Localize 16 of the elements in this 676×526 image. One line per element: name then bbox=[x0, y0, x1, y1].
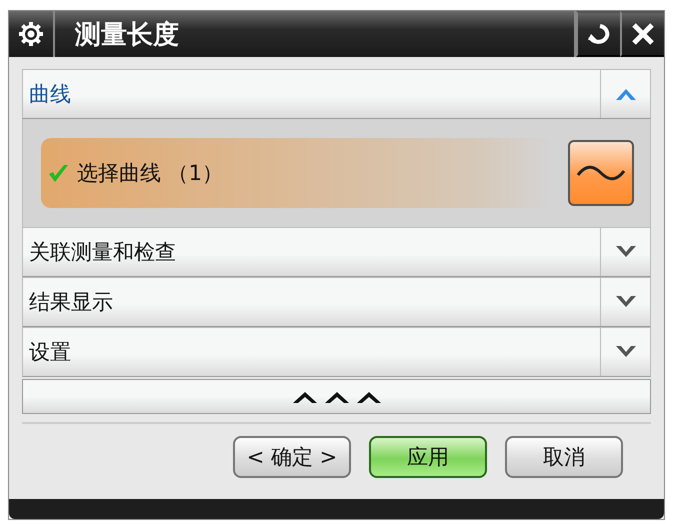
dialog-button[interactable]: 取消 bbox=[505, 436, 623, 478]
window-title: 测量长度 bbox=[55, 11, 576, 57]
curve-button[interactable] bbox=[568, 140, 634, 206]
close-button[interactable] bbox=[620, 11, 664, 57]
dialog-button[interactable]: < 确定 > bbox=[233, 436, 351, 478]
settings-icon[interactable] bbox=[18, 21, 44, 47]
reset-button[interactable] bbox=[576, 11, 620, 57]
chevrons-icon bbox=[290, 390, 382, 404]
close-icon bbox=[631, 22, 655, 46]
section-title[interactable]: 关联测量和检查 bbox=[23, 228, 600, 276]
section-title[interactable]: 结果显示 bbox=[23, 278, 600, 326]
undo-icon bbox=[586, 21, 612, 47]
dialog-button[interactable]: 应用 bbox=[369, 436, 487, 478]
selection-label: 选择曲线 （1） bbox=[77, 160, 224, 187]
section-title[interactable]: 曲线 bbox=[23, 70, 600, 118]
section-title[interactable]: 设置 bbox=[23, 328, 600, 376]
